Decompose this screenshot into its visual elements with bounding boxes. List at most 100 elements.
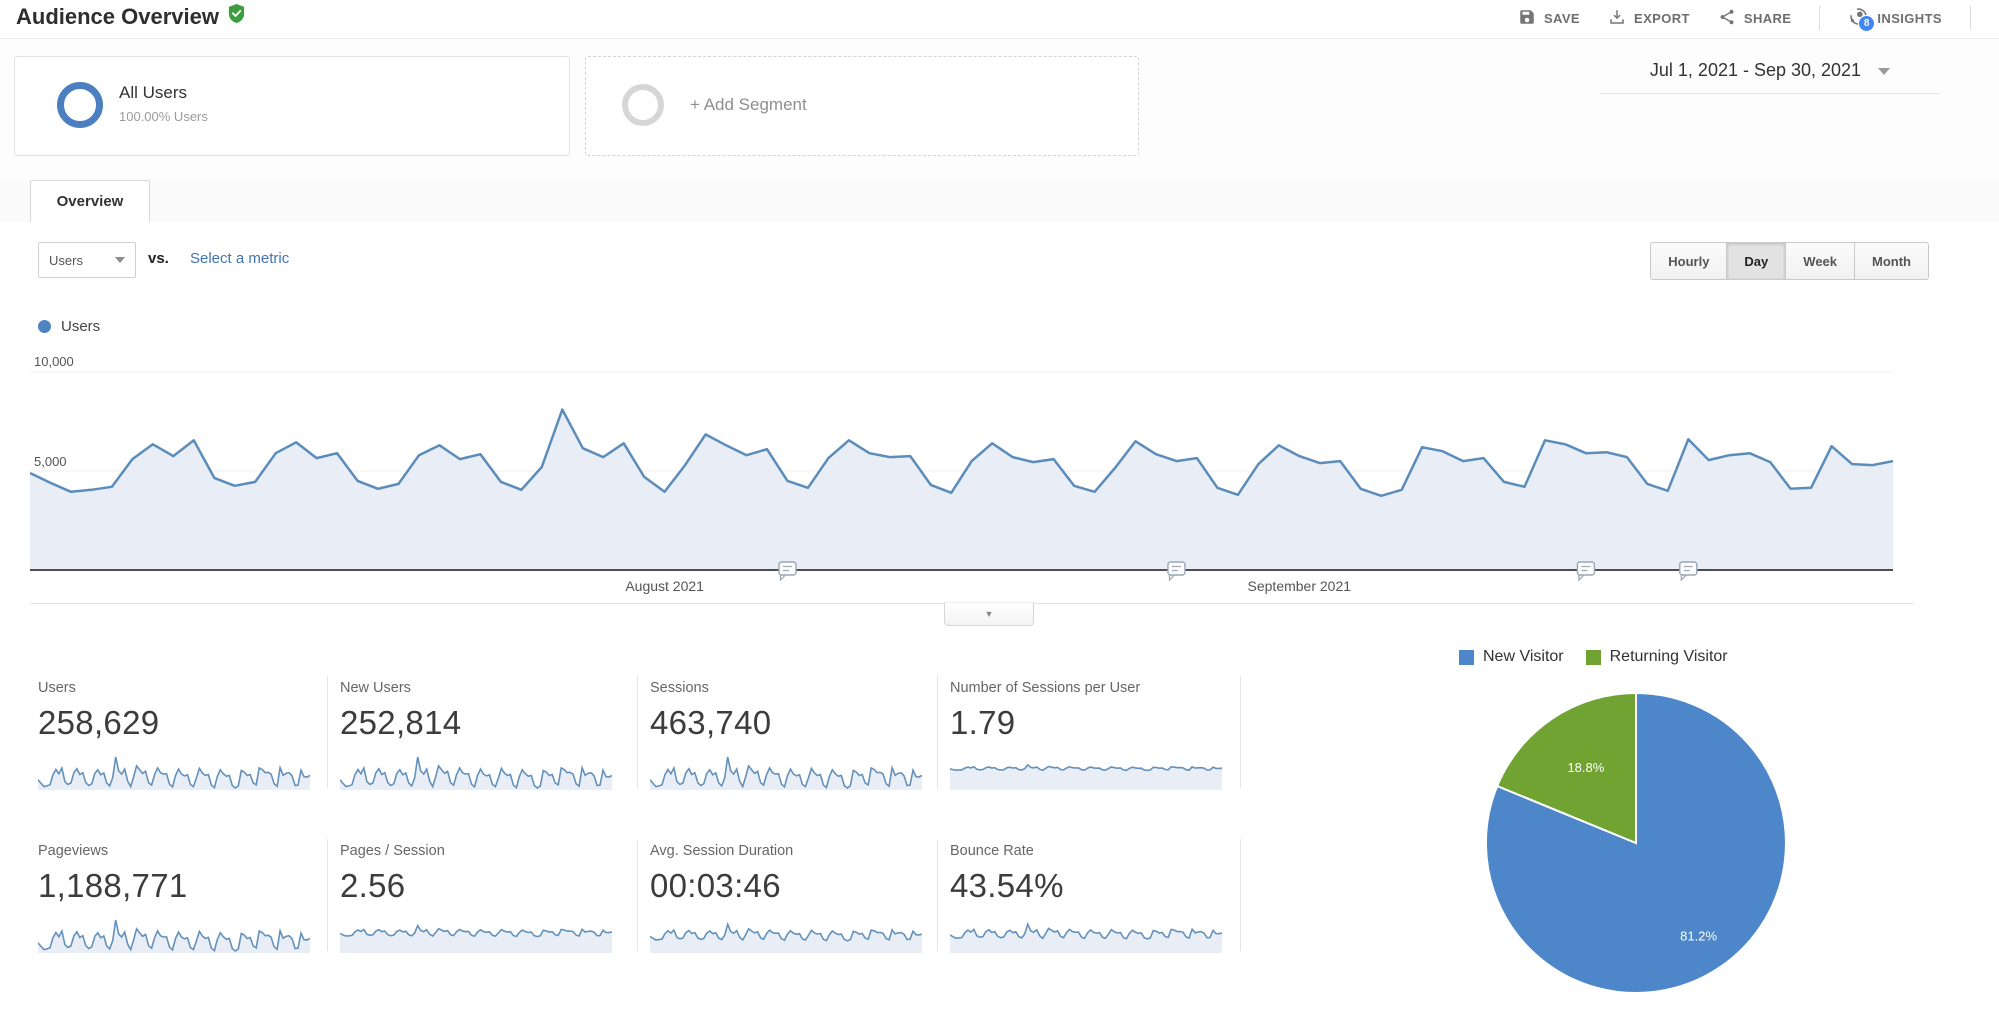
- vs-label: vs.: [148, 250, 169, 267]
- page-title: Audience Overview: [16, 3, 246, 30]
- share-label: SHARE: [1743, 10, 1792, 26]
- page-title-text: Audience Overview: [16, 3, 219, 29]
- metric-sparkline-chart: [950, 921, 1222, 953]
- share-button[interactable]: SHARE: [1718, 8, 1792, 29]
- annotation-marker-icon[interactable]: [1679, 561, 1698, 582]
- metric-value: 43.54%: [950, 867, 1064, 904]
- granularity-day-button[interactable]: Day: [1727, 242, 1787, 280]
- legend-new-visitor: New Visitor: [1459, 648, 1564, 666]
- metric-sparkline-chart: [38, 919, 310, 953]
- segment-ring-icon: [57, 82, 103, 128]
- users-timeseries-chart[interactable]: [30, 350, 1893, 584]
- export-icon: [1608, 8, 1626, 29]
- header-actions: SAVE EXPORT SHARE 8 INSIGHTS: [1518, 0, 1971, 36]
- legend-returning-visitor: Returning Visitor: [1585, 648, 1728, 666]
- metric-value: 463,740: [650, 704, 772, 741]
- visitor-type-pie-chart[interactable]: 81.2% 18.8%: [1481, 688, 1791, 998]
- metric-sparkline-chart: [650, 921, 922, 953]
- add-segment-button[interactable]: + Add Segment: [585, 56, 1139, 156]
- chart-legend: Users: [38, 318, 100, 335]
- pie-slice-percentage: 18.8%: [1567, 760, 1604, 775]
- metric-card[interactable]: Number of Sessions per User 1.79: [950, 680, 1226, 791]
- export-button[interactable]: EXPORT: [1608, 8, 1690, 29]
- segment-name: All Users: [119, 83, 188, 102]
- collapse-chart-button[interactable]: ▼: [944, 602, 1034, 626]
- tab-overview[interactable]: Overview: [30, 180, 150, 222]
- metric-value: 252,814: [340, 704, 462, 741]
- granularity-hourly-button[interactable]: Hourly: [1650, 242, 1728, 280]
- metric-card[interactable]: New Users 252,814: [340, 680, 616, 791]
- users-legend-dot-icon: [38, 320, 51, 333]
- metric-sparkline-chart: [950, 763, 1222, 790]
- metric-value: 1,188,771: [38, 867, 188, 904]
- insights-badge: 8: [1858, 15, 1876, 32]
- metric-divider: [1240, 839, 1241, 951]
- report-panel: Users vs. Select a metric Hourly Day Wee…: [0, 222, 1999, 1029]
- select-a-metric-link[interactable]: Select a metric: [190, 250, 289, 267]
- add-segment-label: + Add Segment: [690, 95, 807, 114]
- granularity-switcher: Hourly Day Week Month: [1650, 242, 1929, 280]
- date-range-picker[interactable]: Jul 1, 2021 - Sep 30, 2021: [1600, 60, 1940, 94]
- share-icon: [1718, 8, 1736, 29]
- page-header: Audience Overview SAVE EXPORT SHARE 8 IN…: [0, 0, 1999, 39]
- metric-card[interactable]: Avg. Session Duration 00:03:46: [650, 843, 926, 954]
- metric-divider: [327, 839, 328, 951]
- metric-sparkline-chart: [38, 756, 310, 790]
- metric-divider: [637, 839, 638, 951]
- metric-value: 1.79: [950, 704, 1016, 741]
- x-axis-month-label: September 2021: [1247, 578, 1352, 594]
- metric-sparkline-chart: [340, 756, 612, 790]
- annotation-marker-icon[interactable]: [1576, 561, 1596, 582]
- metric-value: 00:03:46: [650, 867, 781, 904]
- metric-label: Number of Sessions per User: [950, 680, 1141, 696]
- users-legend-label: Users: [61, 318, 101, 335]
- segment-all-users[interactable]: All Users 100.00% Users: [14, 56, 570, 156]
- metric-label: New Users: [340, 680, 411, 696]
- metric-card[interactable]: Pageviews 1,188,771: [38, 843, 314, 954]
- metric-card[interactable]: Users 258,629: [38, 680, 314, 791]
- metric-card[interactable]: Pages / Session 2.56: [340, 843, 616, 954]
- returning-visitor-label: Returning Visitor: [1609, 648, 1728, 665]
- tab-strip: Overview: [0, 180, 1999, 223]
- pie-legend: New Visitor Returning Visitor: [1459, 648, 1728, 666]
- segment-ring-gray-icon: [622, 84, 664, 126]
- metric-divider: [637, 676, 638, 788]
- save-label: SAVE: [1543, 10, 1581, 26]
- chevron-down-icon: [1878, 67, 1891, 75]
- new-visitor-swatch-icon: [1459, 649, 1474, 665]
- audience-overview-page: Audience Overview SAVE EXPORT SHARE 8 IN…: [0, 0, 1999, 1029]
- metric-label: Users: [38, 680, 76, 696]
- metric-divider: [327, 676, 328, 788]
- metric-divider: [937, 839, 938, 951]
- annotation-marker-icon[interactable]: [778, 561, 797, 582]
- chevron-down-icon: ▼: [984, 609, 994, 619]
- insights-label: INSIGHTS: [1877, 10, 1942, 26]
- metric-value: 2.56: [340, 867, 406, 904]
- metric-sparkline-chart: [340, 923, 612, 953]
- metric-selector-value: Users: [49, 252, 83, 268]
- header-divider-right: [1970, 6, 1971, 30]
- metric-label: Pageviews: [38, 843, 109, 859]
- x-axis-month-label: August 2021: [625, 578, 704, 594]
- granularity-month-button[interactable]: Month: [1855, 242, 1929, 280]
- shield-check-icon: [227, 3, 246, 30]
- metric-selector-dropdown[interactable]: Users: [38, 242, 136, 278]
- metric-card[interactable]: Bounce Rate 43.54%: [950, 843, 1226, 954]
- metric-divider: [937, 676, 938, 788]
- header-divider: [1819, 6, 1821, 30]
- save-button[interactable]: SAVE: [1518, 8, 1580, 29]
- insights-button[interactable]: 8 INSIGHTS: [1848, 6, 1942, 32]
- metric-sparkline-chart: [650, 756, 922, 790]
- metric-label: Avg. Session Duration: [650, 843, 794, 859]
- metric-card[interactable]: Sessions 463,740: [650, 680, 926, 791]
- metric-label: Sessions: [650, 680, 709, 696]
- returning-visitor-swatch-icon: [1585, 649, 1601, 665]
- chevron-down-icon: [115, 257, 125, 263]
- metric-label: Pages / Session: [340, 843, 445, 859]
- granularity-week-button[interactable]: Week: [1786, 242, 1856, 280]
- metric-label: Bounce Rate: [950, 843, 1034, 859]
- annotation-marker-icon[interactable]: [1167, 561, 1186, 582]
- segment-detail: 100.00% Users: [119, 109, 208, 124]
- metric-value: 258,629: [38, 704, 160, 741]
- pie-slice-percentage: 81.2%: [1680, 928, 1717, 943]
